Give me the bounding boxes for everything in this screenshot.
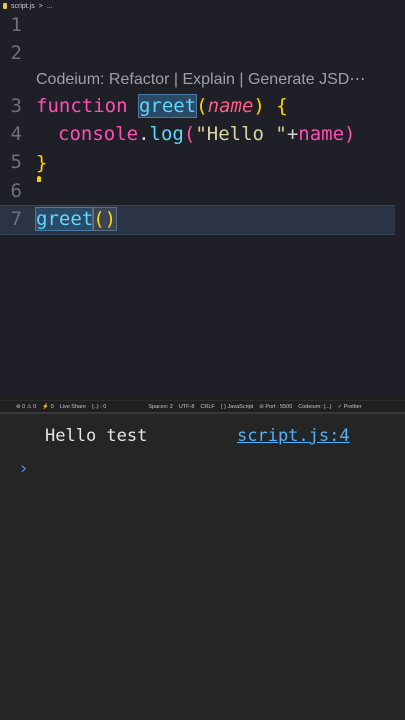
keyword-function: function xyxy=(36,95,128,117)
call-parens: () xyxy=(92,207,118,231)
breadcrumb-file[interactable]: script.js xyxy=(11,3,35,10)
code-line-7[interactable]: greet() xyxy=(34,205,118,233)
close-paren: ) xyxy=(253,95,265,117)
debug-console-panel xyxy=(0,414,405,720)
breadcrumb[interactable]: script.js > ... xyxy=(0,0,53,12)
console-prompt-chevron-icon[interactable]: › xyxy=(18,458,29,479)
codeium-status[interactable]: Codeium: {...} xyxy=(298,404,331,410)
open-paren: ( xyxy=(196,95,208,117)
console-output: Hello test xyxy=(45,426,148,446)
codeium-codelens[interactable]: Codeium: Refactor | Explain | Generate J… xyxy=(36,69,365,89)
console-source-link[interactable]: script.js:4 xyxy=(237,426,350,446)
console-object: console xyxy=(58,123,139,145)
code-editor[interactable]: script.js > ... 1 2 3 4 5 6 7 Codeium: R… xyxy=(0,0,405,398)
ports-indicator[interactable]: ⚡ 0 xyxy=(42,404,53,410)
param-name: name xyxy=(207,95,254,117)
breadcrumb-separator: > xyxy=(38,2,43,10)
breadcrumb-more[interactable]: ... xyxy=(47,3,53,10)
function-name-greet: greet xyxy=(137,94,198,118)
line-number: 6 xyxy=(10,180,22,202)
line-number: 2 xyxy=(10,42,22,64)
dot: . xyxy=(138,123,150,145)
line-number: 4 xyxy=(10,123,22,145)
line-number: 1 xyxy=(10,14,22,36)
live-server-port[interactable]: ⊘ Port : 5500 xyxy=(259,404,292,410)
live-share-button[interactable]: Live Share xyxy=(60,404,86,410)
close-brace: } xyxy=(36,152,48,174)
open-brace: { xyxy=(264,95,288,117)
language-mode[interactable]: { } JavaScript xyxy=(221,404,253,410)
function-call-greet: greet xyxy=(34,207,95,231)
eol-setting[interactable]: CRLF xyxy=(200,404,214,410)
plus-operator: + xyxy=(286,123,299,145)
line-number: 3 xyxy=(10,95,22,117)
braces-indicator[interactable]: {..} : 0 xyxy=(92,404,106,410)
line-number: 5 xyxy=(10,151,22,173)
name-variable: name xyxy=(298,123,345,145)
open-paren: ( xyxy=(183,123,196,145)
log-method: log xyxy=(149,123,184,145)
prettier-status[interactable]: ✓ Prettier xyxy=(338,404,362,410)
close-paren: ) xyxy=(344,123,356,145)
line-number: 7 xyxy=(10,208,22,230)
encoding-setting[interactable]: UTF-8 xyxy=(179,404,195,410)
lightbulb-icon[interactable] xyxy=(37,176,41,182)
code-line-4[interactable]: console.log("Hello "+name) xyxy=(58,120,356,148)
js-file-icon xyxy=(3,3,7,9)
string-literal: "Hello " xyxy=(195,123,287,145)
spaces-setting[interactable]: Spaces: 2 xyxy=(148,404,172,410)
status-bar: ⊗ 0 ⚠ 0 ⚡ 0 Live Share {..} : 0 Spaces: … xyxy=(0,400,405,412)
problems-indicator[interactable]: ⊗ 0 ⚠ 0 xyxy=(16,404,36,410)
code-line-5[interactable]: } xyxy=(36,149,47,177)
code-line-3[interactable]: function greet(name) { xyxy=(36,92,288,120)
